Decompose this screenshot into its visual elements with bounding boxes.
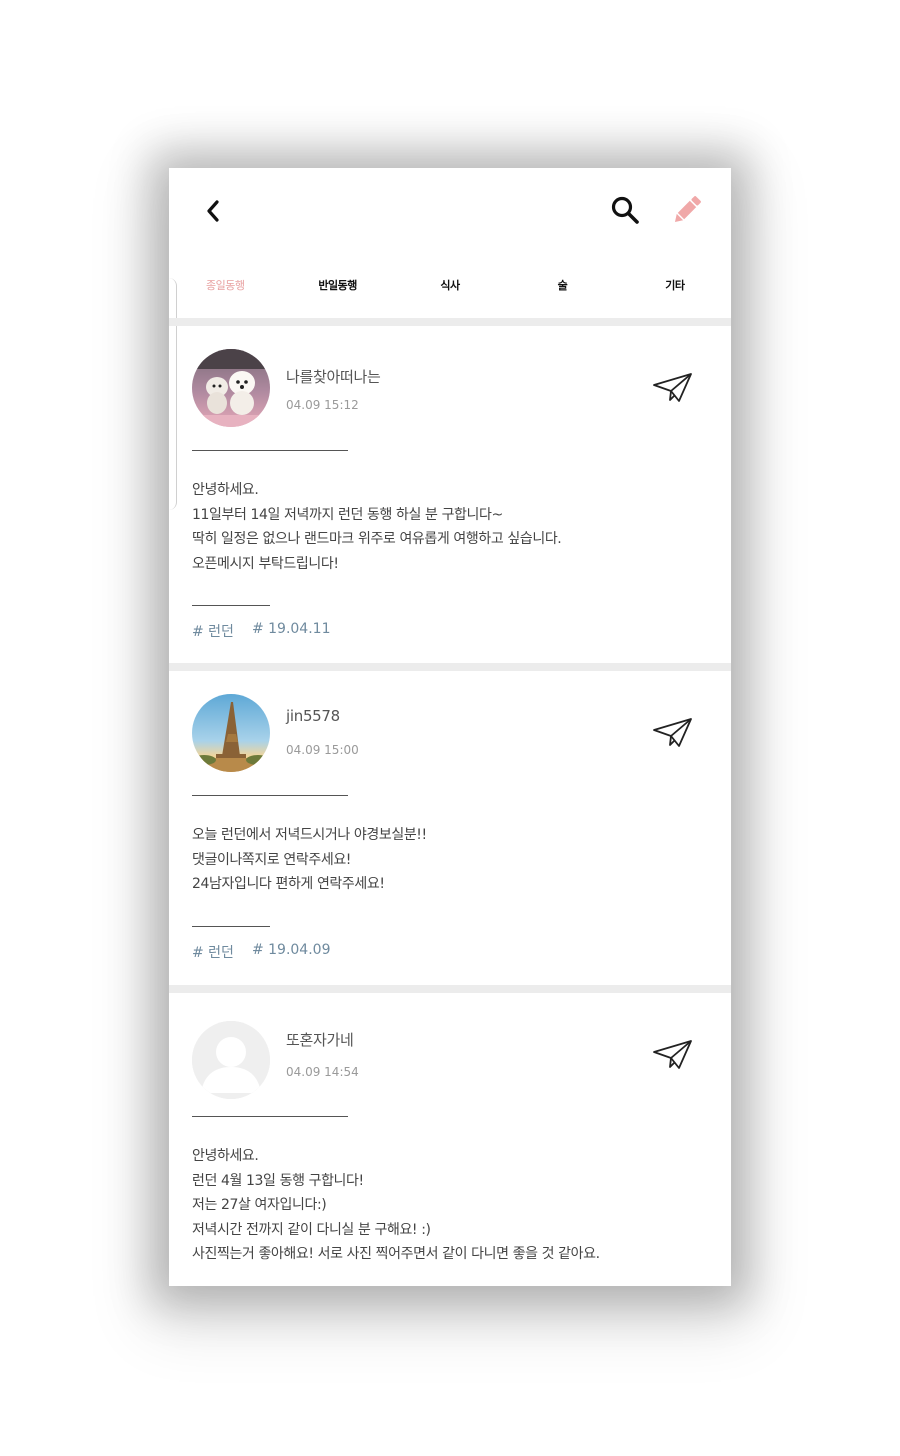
post-body-line: 24남자입니다 편하게 연락주세요! [192,876,385,892]
post-body-line: 사진찍는거 좋아해요! 서로 사진 찍어주면서 같이 다니면 좋을 것 같아요. [192,1246,600,1262]
post-body-line: 저는 27살 여자입니다:) [192,1197,327,1213]
divider-line [192,605,270,606]
back-button[interactable] [201,196,225,226]
section-divider [169,318,731,326]
eiffel-tower-photo [192,694,270,772]
post-body-line: 안녕하세요. [192,482,259,498]
post-body: 안녕하세요. 런던 4월 13일 동행 구합니다! 저는 27살 여자입니다:)… [192,1144,712,1267]
section-divider [169,985,731,993]
post-username[interactable]: 나를찾아떠나는 [286,366,381,387]
write-button[interactable] [669,192,705,228]
divider-line [192,450,348,451]
tab-drink[interactable]: 술 [506,268,618,304]
tag-location[interactable]: # 런던 [192,621,234,641]
send-message-button[interactable] [651,1037,695,1073]
chevron-left-icon [207,200,219,222]
divider-line [192,926,270,927]
tab-half-day[interactable]: 반일동행 [281,268,393,304]
tag-date[interactable]: # 19.04.09 [252,942,331,962]
post-body-line: 댓글이나쪽지로 연락주세요! [192,851,352,868]
top-bar [169,168,731,254]
post-username[interactable]: jin5578 [286,707,340,725]
post-timestamp: 04.09 15:12 [286,398,359,412]
post-card[interactable]: jin5578 04.09 15:00 오늘 런던에서 저녁드시거나 야경보실분… [169,671,731,985]
tab-meal[interactable]: 식사 [394,268,506,304]
paper-plane-icon [653,1040,692,1069]
section-divider [169,663,731,671]
app-screen: 종일동행 반일동행 식사 술 기타 나를찾아떠나는 04.09 15:12 안녕… [169,168,731,1286]
avatar[interactable] [192,1021,270,1099]
post-body-line: 저녁시간 전까지 같이 다니실 분 구해요! :) [192,1221,431,1238]
avatar[interactable] [192,349,270,427]
post-body-line: 11일부터 14일 저녁까지 런던 동행 하실 분 구합니다~ [192,506,503,523]
send-message-button[interactable] [651,370,695,406]
search-button[interactable] [609,194,641,226]
post-timestamp: 04.09 15:00 [286,743,359,757]
post-tags: # 런던 # 19.04.09 [192,942,330,962]
pencil-icon [674,196,701,223]
tag-date[interactable]: # 19.04.11 [252,621,331,641]
tab-all-day[interactable]: 종일동행 [169,268,281,304]
post-body-line: 오픈메시지 부탁드립니다! [192,555,339,572]
tag-location[interactable]: # 런던 [192,942,234,962]
tab-etc[interactable]: 기타 [619,268,731,304]
dogs-photo [192,349,270,427]
divider-line [192,1116,348,1117]
send-message-button[interactable] [651,715,695,751]
post-card[interactable]: 나를찾아떠나는 04.09 15:12 안녕하세요. 11일부터 14일 저녁까… [169,326,731,663]
post-body: 안녕하세요. 11일부터 14일 저녁까지 런던 동행 하실 분 구합니다~ 딱… [192,478,712,576]
paper-plane-icon [653,373,692,402]
post-body: 오늘 런던에서 저녁드시거나 야경보실분!! 댓글이나쪽지로 연락주세요! 24… [192,823,712,897]
search-icon [611,196,639,224]
post-card[interactable]: 또혼자가네 04.09 14:54 안녕하세요. 런던 4월 13일 동행 구합… [169,993,731,1286]
post-body-line: 런던 4월 13일 동행 구합니다! [192,1172,364,1189]
post-username[interactable]: 또혼자가네 [286,1029,354,1050]
avatar[interactable] [192,694,270,772]
post-timestamp: 04.09 14:54 [286,1065,359,1079]
paper-plane-icon [653,718,692,747]
divider-line [192,795,348,796]
post-body-line: 딱히 일정은 없으나 랜드마크 위주로 여유롭게 여행하고 싶습니다. [192,531,562,547]
default-avatar-icon [192,1021,270,1099]
post-tags: # 런던 # 19.04.11 [192,621,330,641]
category-tabs: 종일동행 반일동행 식사 술 기타 [169,268,731,304]
post-body-line: 안녕하세요. [192,1148,259,1164]
post-body-line: 오늘 런던에서 저녁드시거나 야경보실분!! [192,827,427,843]
